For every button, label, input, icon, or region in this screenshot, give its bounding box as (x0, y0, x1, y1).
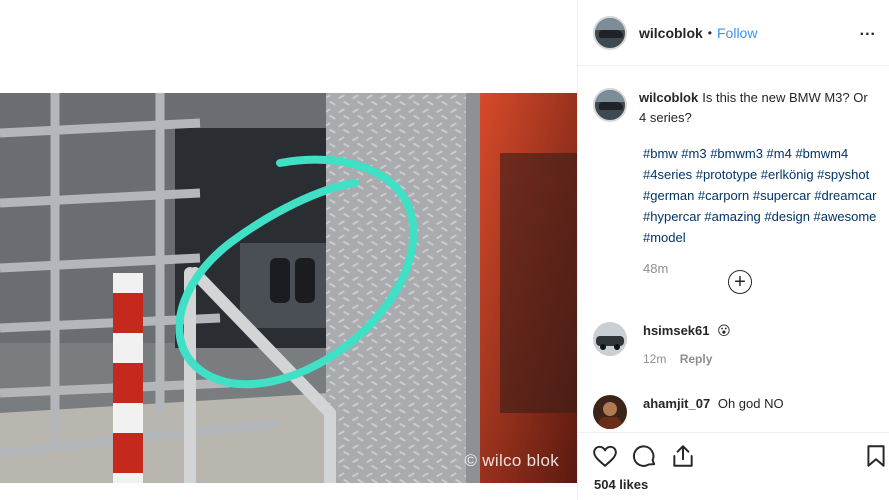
photo-illustration (0, 93, 577, 483)
caption-hashtags[interactable]: #bmw #m3 #bmwm3 #m4 #bmwm4 #4series #pro… (643, 143, 878, 248)
post-actions-bar: 504 likes (578, 432, 889, 500)
post-header: wilcoblok • Follow ... (578, 0, 889, 66)
load-more-label: + (734, 270, 746, 293)
commenter-avatar[interactable] (593, 395, 627, 429)
author-avatar[interactable] (593, 15, 627, 50)
follow-button[interactable]: Follow (717, 25, 757, 41)
comment-username[interactable]: hsimsek61 (643, 323, 710, 338)
separator-dot: • (707, 25, 712, 40)
post-photo[interactable]: © wilco blok (0, 93, 577, 483)
photo-watermark: © wilco blok (464, 451, 559, 470)
reply-button[interactable]: Reply (680, 352, 713, 366)
comment-timestamp: 12m (643, 352, 667, 366)
plus-circle-icon[interactable]: + (728, 270, 752, 294)
more-options-icon[interactable]: ... (860, 22, 876, 40)
comment-item: hsimsek61 😮 12m Reply (593, 322, 878, 368)
caption-block: wilcoblok Is this the new BMW M3? Or 4 se… (593, 88, 878, 276)
share-icon[interactable] (670, 443, 696, 469)
bookmark-icon[interactable] (863, 443, 889, 469)
author-username[interactable]: wilcoblok (639, 25, 703, 41)
post-side-panel: wilcoblok • Follow ... wilcoblok Is this … (577, 0, 889, 500)
caption-text: wilcoblok Is this the new BMW M3? Or 4 se… (639, 88, 874, 128)
comment-icon[interactable] (632, 443, 658, 469)
likes-count[interactable]: 504 likes (594, 477, 648, 492)
comment-username[interactable]: ahamjit_07 (643, 396, 710, 411)
commenter-avatar[interactable] (593, 322, 627, 356)
post-photo-frame: © wilco blok (0, 0, 577, 500)
comment-text: Oh god NO (717, 396, 784, 411)
comment-item: ahamjit_07 Oh god NO (593, 395, 878, 429)
caption-username[interactable]: wilcoblok (639, 90, 698, 105)
comment-text: 😮 (717, 323, 731, 338)
caption-timestamp: 48m (643, 261, 669, 276)
caption-author-avatar[interactable] (593, 88, 627, 122)
heart-icon[interactable] (592, 443, 618, 469)
